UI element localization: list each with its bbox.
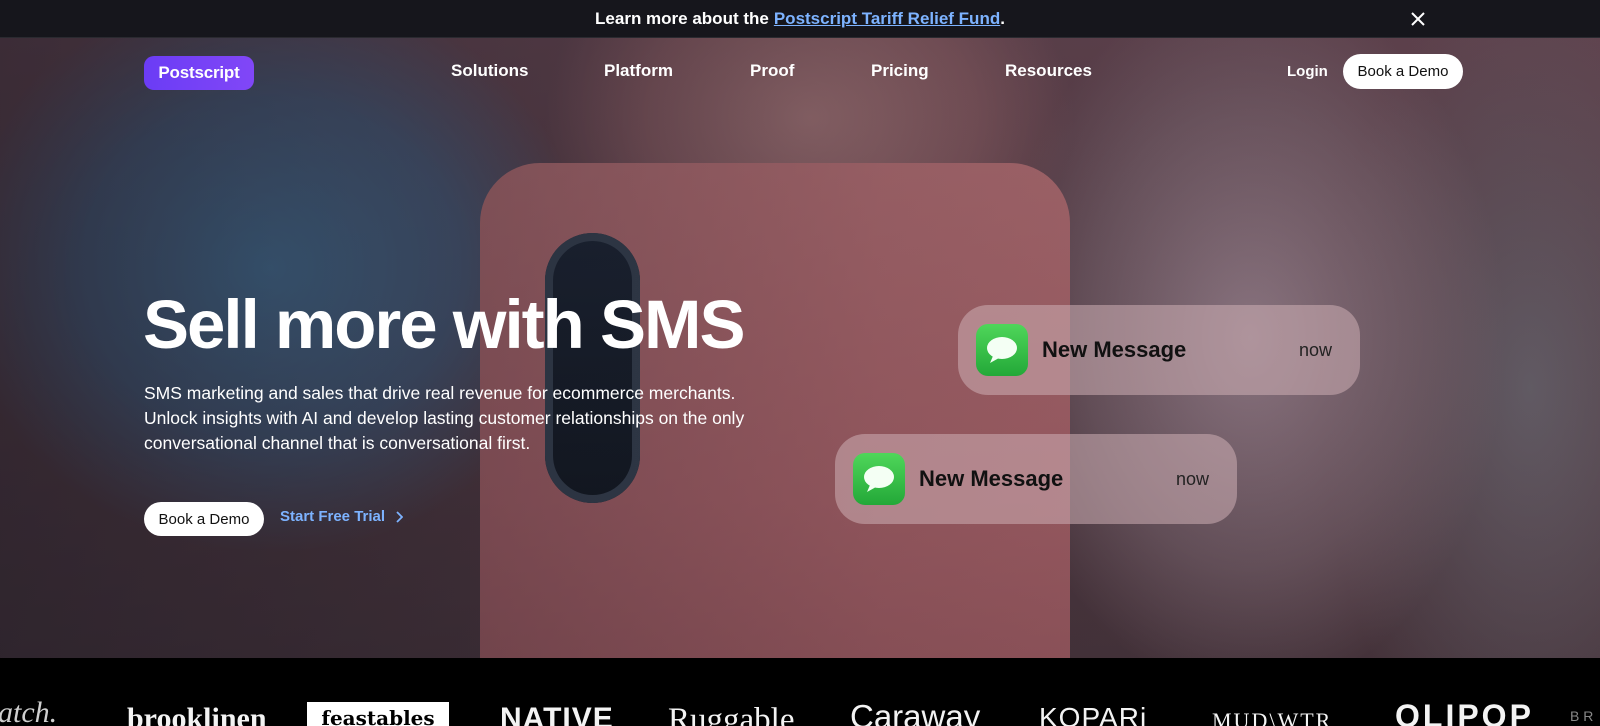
messages-app-icon: [853, 453, 905, 505]
notification-title: New Message: [919, 466, 1064, 491]
start-free-trial-link[interactable]: Start Free Trial: [280, 508, 404, 525]
nav-proof[interactable]: Proof: [750, 61, 794, 81]
nav-platform[interactable]: Platform: [604, 61, 673, 81]
customer-logo-strip: atch. brooklinen feastables NATIVE Rugga…: [0, 658, 1600, 726]
chevron-right-icon: [396, 510, 404, 523]
brand-logo: KOPARi: [1039, 702, 1148, 726]
messages-app-icon: [976, 324, 1028, 376]
nav-resources[interactable]: Resources: [1005, 61, 1092, 81]
login-link[interactable]: Login: [1287, 63, 1328, 80]
book-demo-nav-button[interactable]: Book a Demo: [1343, 54, 1463, 89]
nav-pricing[interactable]: Pricing: [871, 61, 929, 81]
book-demo-button[interactable]: Book a Demo: [144, 502, 264, 536]
nav-solutions[interactable]: Solutions: [451, 61, 528, 81]
hero-subtitle: SMS marketing and sales that drive real …: [144, 383, 745, 453]
notification-time: now: [1175, 468, 1209, 489]
notification-title: New Message: [1042, 337, 1187, 362]
brand-logo: Caraway: [850, 698, 981, 726]
brand-logo: B R: [1570, 708, 1594, 724]
close-icon[interactable]: [1408, 9, 1428, 29]
brand-logo: brooklinen: [127, 702, 267, 726]
tariff-relief-link[interactable]: Postscript Tariff Relief Fund: [774, 9, 1000, 29]
announcement-period: .: [1000, 8, 1005, 28]
brand-logo: OLIPOP: [1395, 698, 1534, 726]
hero-title: Sell more with SMS: [143, 286, 745, 363]
announcement-bar: Learn more about the Postscript Tariff R…: [0, 0, 1600, 38]
postscript-logo[interactable]: Postscript: [144, 56, 254, 90]
brand-logo: MUD\WTR: [1212, 708, 1333, 726]
announcement-text: Learn more about the: [595, 8, 769, 28]
main-nav: Postscript Solutions Platform Proof Pric…: [0, 38, 1600, 104]
notification-time: now: [1298, 339, 1332, 360]
brand-logo: feastables: [307, 702, 449, 726]
brand-logo: Ruggable: [668, 702, 795, 726]
notification-card: New Message now: [835, 434, 1237, 524]
notification-card: New Message now: [958, 305, 1360, 395]
brand-logo: NATIVE: [500, 702, 614, 726]
brand-logo: atch.: [0, 696, 58, 726]
start-free-trial-label: Start Free Trial: [280, 508, 386, 525]
